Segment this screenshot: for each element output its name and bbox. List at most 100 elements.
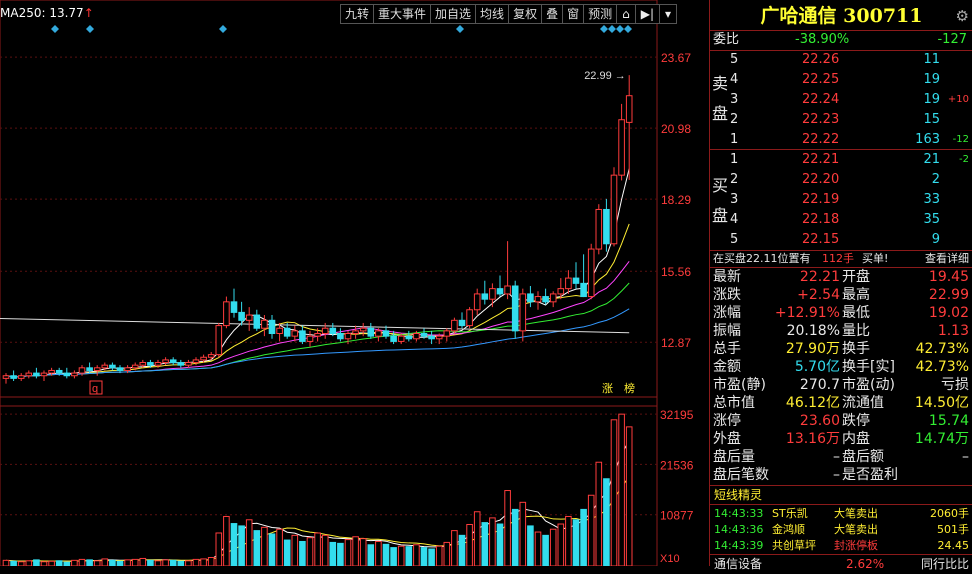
level-price: 22.21 [802, 152, 840, 167]
short-line-title[interactable]: 短线精灵 [710, 485, 972, 505]
level-price: 22.25 [802, 72, 840, 87]
quote-value: 22.21 [799, 269, 840, 285]
event-diamond-icon [608, 25, 616, 33]
level-volume: 21 [923, 152, 940, 167]
candle [71, 372, 78, 377]
candle [63, 372, 71, 377]
sell-level-row[interactable]: 5 22.26 11 [710, 50, 972, 70]
quote-value: 46.12亿 [785, 395, 840, 411]
candle [618, 119, 625, 176]
volume-bar [595, 461, 603, 566]
short-line-item[interactable]: 14:43:39 共创草坪 封涨停板 24.45 [710, 537, 972, 554]
add-watchlist-button[interactable]: 加自选 [431, 5, 477, 23]
quote-value: 19.02 [928, 305, 969, 321]
trade-stock: 金鸿顺 [772, 523, 805, 536]
quote-label: 金额 [713, 359, 741, 375]
quote-value: 22.99 [928, 287, 969, 303]
volume-bar [299, 540, 306, 566]
jiuzhuan-button[interactable]: 九转 [341, 5, 375, 23]
level-volume: 2 [931, 172, 940, 187]
max-price-label: 22.99 → [584, 70, 626, 82]
volume-bar [177, 560, 185, 566]
candle [10, 375, 17, 379]
weibi-row: 委比 -38.90% -127 [710, 30, 972, 50]
buy-level-row[interactable]: 2 22.20 2 [710, 170, 972, 190]
event-diamond-icon [624, 25, 632, 33]
volume-bar [162, 559, 169, 566]
candle [162, 359, 169, 364]
quote-value: 20.18% [786, 323, 840, 339]
stock-title: 广哈通信 300711 [710, 2, 972, 30]
quote-label: 外盘 [713, 431, 741, 447]
sell-level-row[interactable]: 3 22.24 19 +10 [710, 90, 972, 110]
view-detail-link[interactable]: 查看详细 [925, 249, 969, 269]
industry-row[interactable]: 通信设备 2.62% 同行比比 [710, 554, 972, 574]
candle [40, 372, 48, 377]
level-number: 2 [730, 172, 739, 187]
volume-bar [268, 533, 276, 566]
jump-end-icon[interactable]: ▶| [636, 5, 661, 23]
volume-bar [314, 532, 321, 566]
quote-value: 42.73% [915, 359, 969, 375]
ma20-line [5, 261, 630, 378]
quote-label: 总市值 [713, 395, 755, 411]
volume-bar [496, 523, 504, 566]
buy-level-row[interactable]: 5 22.15 9 [710, 230, 972, 250]
window-button[interactable]: 窗 [563, 5, 585, 23]
candle [565, 277, 572, 290]
level-volume: 9 [931, 232, 940, 247]
volume-bar [519, 501, 527, 566]
volume-bar [329, 541, 337, 566]
candle [329, 327, 337, 335]
stock-name: 广哈通信 [760, 5, 837, 27]
gear-icon[interactable]: ⚙ [956, 7, 969, 25]
level-volume: 33 [923, 192, 940, 207]
buy-level-row[interactable]: 4 22.18 35 [710, 210, 972, 230]
sell-level-row[interactable]: 2 22.23 15 [710, 110, 972, 130]
volume-bar [245, 519, 253, 566]
volume-bar [2, 559, 10, 566]
quote-label: 量比 [842, 323, 870, 339]
volume-bar [101, 558, 109, 566]
price-tick-label: 15.56 [661, 265, 691, 279]
volume-bar [154, 560, 162, 566]
candle [413, 333, 420, 340]
level-number: 4 [730, 212, 739, 227]
major-events-button[interactable]: 重大事件 [374, 5, 432, 23]
short-line-item[interactable]: 14:43:33 ST乐凯 大笔卖出 2060手 [710, 505, 972, 522]
volume-bar [390, 547, 397, 566]
volume-bar [55, 560, 63, 566]
buy-level-row[interactable]: 1 22.21 21 -2 [710, 150, 972, 170]
moving-average-button[interactable]: 均线 [476, 5, 510, 23]
candle [603, 208, 610, 245]
volume-bar [473, 511, 481, 566]
candle [306, 335, 314, 342]
sell-level-row[interactable]: 4 22.25 19 [710, 70, 972, 90]
candle [489, 288, 496, 300]
candle [55, 369, 63, 374]
sell-level-row[interactable]: 1 22.22 163 -12 [710, 130, 972, 150]
level-price: 22.23 [802, 112, 840, 127]
quote-value: 1.13 [937, 323, 969, 339]
kline-chart[interactable]: 23.67 20.98 18.29 15.56 12.87 32195 21536 10877… [0, 0, 709, 566]
dropdown-icon[interactable]: ▾ [660, 5, 676, 23]
volume-bar [451, 530, 458, 566]
price-tick-label: 23.67 [661, 51, 691, 65]
short-line-item[interactable]: 14:43:36 金鸿顺 大笔卖出 501手 [710, 521, 972, 538]
forecast-button[interactable]: 预测 [584, 5, 618, 23]
adjust-button[interactable]: 复权 [509, 5, 543, 23]
quote-value: +12.91% [774, 305, 840, 321]
volume-tick-label: 10877 [660, 509, 694, 523]
position-qty: 112手 [822, 252, 854, 265]
overlay-button[interactable]: 叠 [542, 5, 564, 23]
cube-icon[interactable]: ⌂ [617, 5, 636, 23]
candle [215, 325, 223, 356]
quote-label: 内盘 [842, 431, 870, 447]
level-number: 3 [730, 92, 739, 107]
volume-bar [10, 560, 17, 566]
buy-level-row[interactable]: 3 22.19 33 [710, 190, 972, 210]
volume-bar [458, 534, 466, 566]
trade-time: 14:43:36 [714, 523, 764, 536]
candle [405, 335, 413, 340]
level-number: 5 [730, 52, 739, 67]
